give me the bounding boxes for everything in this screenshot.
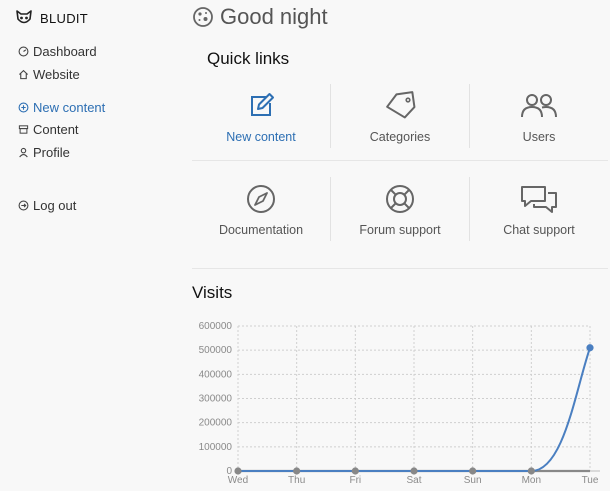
quick-link-chat-support[interactable]: Chat support [470,177,608,263]
visits-chart: 0100000200000300000400000500000600000Wed… [199,321,600,486]
chat-icon [521,186,557,213]
sidebar-item-label: Content [33,122,79,137]
y-tick-label: 600000 [199,321,233,332]
brand-name: BLUDIT [40,10,89,26]
y-tick-label: 300000 [199,394,233,405]
data-point [586,344,594,352]
sidebar-item-new-content[interactable]: New content [18,100,105,115]
quick-link-label: Chat support [503,223,575,237]
person-icon [19,147,28,158]
x-tick-label: Tue [582,475,599,486]
divider [192,268,608,269]
x-tick-label: Fri [349,475,361,486]
x-tick-label: Sat [406,475,421,486]
quick-link-label: Forum support [359,223,441,237]
pencil-square-icon [251,93,274,116]
moon-icon [193,7,213,27]
y-tick-label: 100000 [199,442,233,453]
y-tick-label: 400000 [199,369,233,380]
sidebar-item-content[interactable]: Content [18,122,79,137]
tag-icon [386,91,416,119]
quick-link-label: Users [522,130,556,144]
sidebar-item-label: Website [33,67,80,82]
sidebar-item-label: Dashboard [33,44,97,59]
greeting-text: Good night [220,4,328,29]
sidebar-item-log-out[interactable]: Log out [18,198,76,213]
logout-icon [18,200,29,211]
sidebar-item-profile[interactable]: Profile [18,145,70,160]
compass-icon [247,185,275,213]
quick-link-label: Documentation [218,223,304,237]
data-point [469,467,477,475]
sidebar-item-website[interactable]: Website [18,67,80,82]
data-point [293,467,301,475]
x-tick-label: Mon [522,475,541,486]
data-point [410,467,418,475]
users-icon [521,94,557,118]
sidebar-item-label: Log out [33,198,77,213]
y-tick-label: 500000 [199,345,233,356]
visits-title: Visits [192,283,233,302]
data-point [234,467,242,475]
archive-icon [18,125,29,134]
x-tick-label: Wed [228,475,248,486]
quick-link-documentation[interactable]: Documentation [192,177,330,263]
brand[interactable]: BLUDIT [15,9,88,27]
quick-link-new-content[interactable]: New content [192,84,330,170]
sidebar-item-dashboard[interactable]: Dashboard [18,44,97,59]
greeting: Good night [192,4,328,30]
speedometer-icon [18,46,29,57]
sidebar-item-label: New content [33,100,106,115]
data-point [527,467,535,475]
sidebar-item-label: Profile [33,145,70,160]
quick-link-label: Categories [369,130,431,144]
plus-circle-icon [18,102,29,113]
home-icon [18,69,29,80]
lifebuoy-icon [386,185,414,213]
x-tick-label: Thu [288,475,305,486]
quick-link-label: New content [226,130,296,144]
quick-link-categories[interactable]: Categories [331,84,469,170]
bludit-logo-icon [16,10,32,24]
x-tick-label: Sun [464,475,482,486]
quick-link-forum-support[interactable]: Forum support [331,177,469,263]
y-tick-label: 200000 [199,418,233,429]
quick-links-title: Quick links [207,49,290,68]
data-point [351,467,359,475]
quick-link-users[interactable]: Users [470,84,608,170]
